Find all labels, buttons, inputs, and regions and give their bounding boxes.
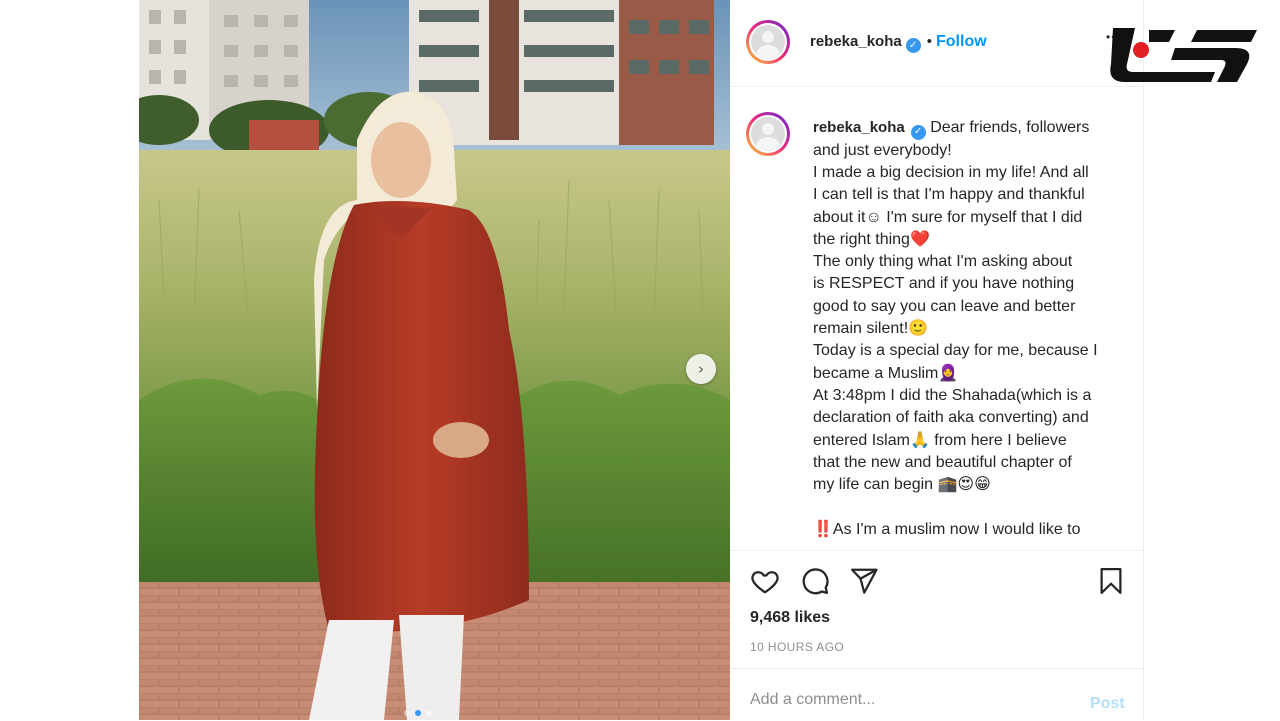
- comment-icon[interactable]: [800, 566, 830, 596]
- avatar[interactable]: [746, 20, 790, 64]
- caption-text: Dear friends, followers and just everybo…: [813, 119, 1098, 538]
- avatar-placeholder-icon: [751, 117, 785, 151]
- post-photo[interactable]: ›: [139, 0, 730, 720]
- carousel-dot: [404, 710, 410, 716]
- post-caption: rebeka_koha ✓ Dear friends, followers and…: [813, 117, 1113, 541]
- post-timestamp[interactable]: 10 HOURS AGO: [750, 640, 844, 654]
- caption-username[interactable]: rebeka_koha: [813, 119, 905, 136]
- bookmark-icon[interactable]: [1096, 566, 1126, 596]
- send-icon[interactable]: [849, 566, 879, 596]
- post-header: rebeka_koha ✓ • Follow: [730, 0, 1143, 87]
- header-user: rebeka_koha ✓ • Follow: [810, 33, 987, 53]
- site-logo-icon: [1110, 28, 1257, 82]
- comment-box: Post: [730, 668, 1143, 721]
- comment-input[interactable]: [750, 691, 1070, 709]
- follow-button[interactable]: Follow: [936, 33, 987, 50]
- header-username[interactable]: rebeka_koha: [810, 33, 902, 50]
- carousel-dot: [426, 710, 432, 716]
- verified-badge-icon: ✓: [905, 38, 921, 53]
- post-comment-button[interactable]: Post: [1090, 695, 1125, 713]
- carousel-next-button[interactable]: ›: [686, 354, 716, 384]
- verified-badge-icon: ✓: [910, 124, 926, 140]
- post-sidebar: rebeka_koha ✓ • Follow rebeka_koha ✓ Dear fr…: [730, 0, 1144, 720]
- carousel-dot-active: [415, 710, 421, 716]
- heart-icon[interactable]: [750, 566, 780, 596]
- carousel-dots: [404, 710, 432, 716]
- caption-avatar[interactable]: [746, 112, 790, 156]
- avatar-placeholder-icon: [751, 25, 785, 59]
- caption-scroll-area[interactable]: rebeka_koha ✓ Dear friends, followers and…: [730, 87, 1143, 551]
- separator-dot: •: [926, 33, 932, 50]
- likes-count[interactable]: 9,468 likes: [750, 609, 830, 627]
- photo-illustration: [139, 0, 730, 720]
- post-actions: [730, 552, 1143, 612]
